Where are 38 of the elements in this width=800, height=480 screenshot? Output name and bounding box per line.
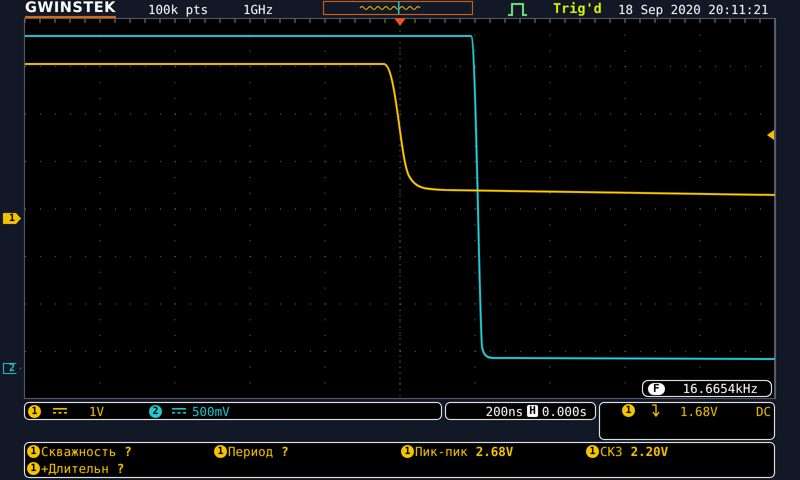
measurement-name: +Длительн bbox=[41, 461, 109, 476]
measurement-source-badge: 1 bbox=[401, 445, 414, 458]
channel-badge: 1 bbox=[28, 404, 41, 418]
measurement-value: ? bbox=[116, 461, 124, 476]
timebase-scale: 200ns bbox=[486, 404, 524, 418]
measurement-source-badge: 1 bbox=[586, 445, 599, 458]
horizontal-position: 0.000s bbox=[542, 404, 587, 418]
measurement-value: ? bbox=[281, 444, 289, 459]
record-length: 100k pts bbox=[148, 2, 210, 16]
trigger-level: 1.68V bbox=[680, 404, 718, 419]
trigger-source-badge: 1 bbox=[622, 404, 635, 417]
measurement-value: ? bbox=[124, 444, 132, 459]
channel-badge: 2 bbox=[149, 404, 162, 418]
measurement-name: Пик-пик bbox=[415, 444, 468, 459]
horizontal-label: H bbox=[527, 405, 538, 417]
channel-scale: 500mV bbox=[192, 404, 230, 418]
channel-marker[interactable]: 1 bbox=[3, 213, 21, 224]
measurement-source-badge: 1 bbox=[27, 462, 40, 475]
measurement-source-badge: 1 bbox=[27, 445, 40, 458]
falling-edge-icon bbox=[651, 404, 660, 417]
measurement-name: Скважность bbox=[41, 444, 116, 459]
sample-rate: 1GHz bbox=[243, 2, 274, 16]
measurement-source-badge: 1 bbox=[214, 445, 227, 458]
dc-coupling-icon bbox=[53, 408, 67, 414]
trigger-coupling: DC bbox=[756, 404, 771, 419]
frequency-label: F bbox=[648, 382, 665, 394]
dc-coupling-icon bbox=[172, 408, 186, 414]
channel-scale: 1V bbox=[89, 404, 106, 418]
frequency-value: 16.6654kHz bbox=[682, 381, 758, 396]
date-time: 18 Sep 2020 20:11:21 bbox=[618, 2, 770, 16]
measurement-value: 2.20V bbox=[630, 444, 668, 459]
trigger-position-icon bbox=[394, 18, 406, 26]
pulse-icon bbox=[507, 2, 528, 16]
trigger-level-icon bbox=[767, 130, 774, 140]
trigger-status: Trig'd bbox=[553, 1, 603, 17]
measurement-name: СКЗ bbox=[600, 444, 623, 459]
measurement-value: 2.68V bbox=[476, 444, 514, 459]
measurement-name: Период bbox=[228, 444, 274, 459]
